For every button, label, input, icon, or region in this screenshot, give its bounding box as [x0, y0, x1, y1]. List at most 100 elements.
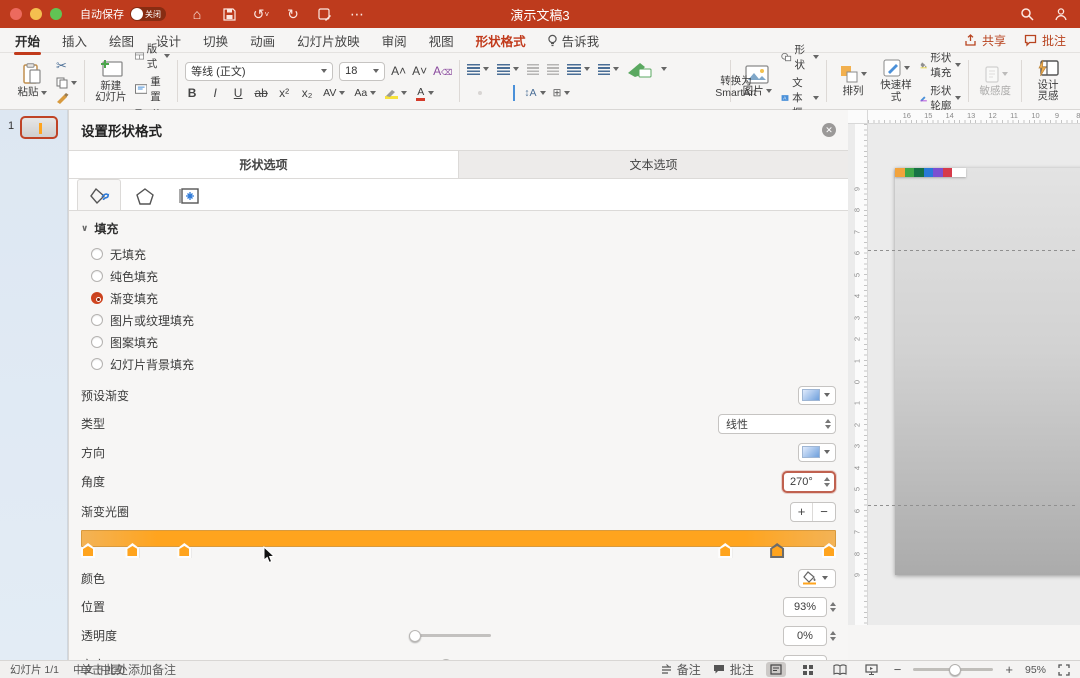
slide-sorter-view-button[interactable] [798, 662, 818, 677]
copy-button[interactable] [56, 77, 77, 89]
strikethrough-button[interactable]: ab [254, 86, 268, 100]
convert-smartart-button[interactable]: 转换为 SmartArt [715, 76, 756, 99]
format-painter-button[interactable] [56, 92, 77, 104]
font-color-button[interactable]: A [416, 86, 434, 101]
search-icon[interactable] [1018, 5, 1036, 23]
slide-canvas[interactable]: 1615141312111098765432101234567891011121… [848, 110, 1080, 625]
zoom-level[interactable]: 95% [1025, 664, 1046, 676]
position-input[interactable]: 93% [783, 597, 827, 617]
reset-button[interactable]: 重置 [135, 74, 171, 104]
align-left-button[interactable] [467, 91, 471, 95]
shape-outline-button[interactable]: 形状轮廓 [920, 83, 961, 113]
reading-view-button[interactable] [830, 662, 850, 677]
new-slide-button[interactable]: 新建 幻灯片 [92, 59, 130, 103]
shrink-font-button[interactable]: A˅ [412, 64, 427, 78]
italic-button[interactable]: I [208, 86, 222, 100]
minimize-window-button[interactable] [30, 8, 42, 20]
tab-text-options[interactable]: 文本选项 [459, 151, 848, 178]
normal-view-button[interactable] [766, 662, 786, 677]
font-name-select[interactable]: 等线 (正文) [185, 62, 333, 81]
zoom-window-button[interactable] [50, 8, 62, 20]
design-ideas-button[interactable]: 设计 灵感 [1029, 59, 1067, 102]
highlight-color-button[interactable] [385, 88, 407, 99]
gradient-stop-13[interactable] [177, 543, 191, 558]
grow-font-button[interactable]: A˄ [391, 64, 406, 78]
notes-toggle-button[interactable]: 备注 [661, 661, 701, 678]
fill-option-pattern[interactable]: 图案填充 [81, 331, 836, 353]
gradient-stop-100[interactable] [822, 543, 836, 558]
slide[interactable] [895, 168, 1080, 575]
fill-option-solid[interactable]: 纯色填充 [81, 265, 836, 287]
tab-draw[interactable]: 绘图 [108, 28, 135, 53]
change-case-button[interactable]: Aa [354, 87, 376, 99]
slideshow-view-button[interactable] [862, 662, 882, 677]
tab-review[interactable]: 审阅 [381, 28, 408, 53]
columns-button[interactable] [598, 64, 619, 75]
decrease-indent-button[interactable] [527, 64, 539, 75]
cut-button[interactable]: ✂ [56, 58, 77, 74]
autosave-switch[interactable]: 关闭 [130, 7, 166, 21]
align-center-button[interactable] [478, 91, 482, 95]
fill-option-picture[interactable]: 图片或纹理填充 [81, 309, 836, 331]
text-direction-button[interactable]: ↕A [524, 87, 545, 99]
horizontal-guide-top[interactable] [868, 250, 1078, 251]
subscript-button[interactable]: x₂ [300, 86, 314, 100]
account-icon[interactable] [1052, 5, 1070, 23]
zoom-in-button[interactable]: + [1005, 662, 1013, 677]
tab-insert[interactable]: 插入 [61, 28, 88, 53]
tab-slideshow[interactable]: 幻灯片放映 [296, 28, 361, 53]
gradient-type-select[interactable]: 线性 [718, 414, 836, 434]
comments-button[interactable]: 批注 [1024, 32, 1066, 49]
direction-button[interactable] [798, 443, 836, 462]
paste-button[interactable]: 粘贴 [13, 63, 51, 99]
shape-fill-button[interactable]: 形状填充 [920, 50, 961, 80]
redo-icon[interactable]: ↻ [284, 5, 302, 23]
transparency-input[interactable]: 0% [783, 626, 827, 646]
gradient-stop-6[interactable] [125, 543, 139, 558]
preset-gradient-button[interactable] [798, 386, 836, 405]
share-button[interactable]: 共享 [964, 32, 1006, 49]
close-window-button[interactable] [10, 8, 22, 20]
fill-line-category[interactable] [77, 179, 121, 210]
angle-input[interactable]: 270° [782, 471, 836, 493]
align-text-button[interactable]: ⊞ [553, 87, 571, 99]
underline-button[interactable]: U [231, 86, 245, 100]
horizontal-guide-bottom[interactable] [868, 505, 1078, 506]
arrange-button[interactable]: 排列 [834, 64, 872, 98]
close-pane-icon[interactable]: ✕ [822, 123, 836, 137]
position-stepper[interactable] [830, 602, 836, 612]
remove-stop-button[interactable]: − [813, 503, 835, 521]
brightness-slider[interactable] [410, 659, 478, 661]
tab-shape-format[interactable]: 形状格式 [475, 28, 527, 53]
gradient-stop-93[interactable] [770, 543, 784, 558]
increase-indent-button[interactable] [547, 64, 559, 75]
tab-design[interactable]: 设计 [155, 28, 182, 53]
print-icon[interactable] [316, 5, 334, 23]
fill-option-none[interactable]: 无填充 [81, 243, 836, 265]
distribute-button[interactable] [511, 84, 517, 102]
home-icon[interactable]: ⌂ [188, 5, 206, 23]
align-right-button[interactable] [489, 91, 493, 95]
bold-button[interactable]: B [185, 86, 199, 100]
comments-toggle-button[interactable]: 批注 [713, 661, 754, 678]
fill-option-gradient[interactable]: 渐变填充 [81, 287, 836, 309]
fit-slide-button[interactable] [1058, 664, 1070, 676]
save-icon[interactable] [220, 5, 238, 23]
character-spacing-button[interactable]: AV [323, 87, 345, 99]
zoom-out-button[interactable]: − [894, 662, 902, 677]
fill-section-header[interactable]: ∨填充 [81, 211, 836, 243]
line-spacing-button[interactable] [567, 64, 590, 75]
autosave-toggle[interactable]: 自动保存 关闭 [80, 6, 166, 22]
size-properties-category[interactable] [169, 179, 211, 210]
font-size-select[interactable]: 18 [339, 62, 385, 81]
tab-home[interactable]: 开始 [14, 28, 41, 53]
tab-view[interactable]: 视图 [428, 28, 455, 53]
justify-button[interactable] [500, 91, 504, 95]
fill-option-background[interactable]: 幻灯片背景填充 [81, 353, 836, 375]
more-commands-icon[interactable]: ⋯ [348, 5, 366, 23]
numbering-button[interactable] [497, 64, 519, 75]
zoom-slider[interactable] [913, 664, 993, 676]
gradient-stop-0[interactable] [81, 543, 95, 558]
shapes-button[interactable]: 形状 [781, 42, 819, 72]
language-indicator[interactable]: 中文 (中国) [73, 662, 125, 677]
